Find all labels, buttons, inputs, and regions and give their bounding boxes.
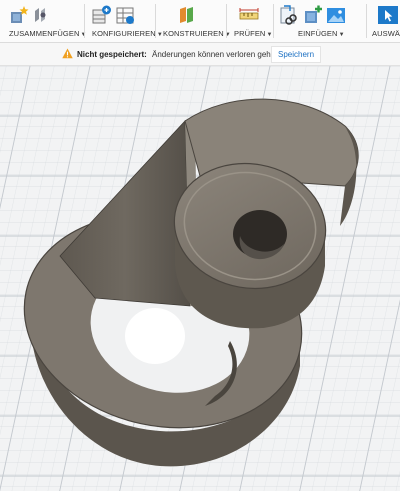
insert-link-icon[interactable] [280,5,300,25]
toolbar-divider [155,4,156,38]
new-component-icon[interactable] [9,5,29,25]
toolbar-label-insert: EINFÜGEN▼ [298,29,345,38]
unsaved-message: Änderungen können verloren gehen [152,50,280,59]
warning-icon [62,48,73,59]
toolbar-divider [226,4,227,38]
toolbar-divider [84,4,85,38]
toolbar-label-construct: KONSTRUIEREN▼ [163,29,231,38]
insert-derive-icon[interactable] [303,5,323,25]
toolbar-label-select: AUSWÄH [372,29,400,38]
toolbar-label-inspect: PRÜFEN▼ [234,29,273,38]
configure-table-icon[interactable] [115,5,135,25]
toolbar: ZUSAMMENFÜGEN▼ KONFIGURIEREN▼ [0,0,400,43]
insert-image-icon[interactable] [326,5,346,25]
configure-icon[interactable] [92,5,112,25]
bore-highlight [125,308,185,364]
toolbar-label-assemble: ZUSAMMENFÜGEN▼ [9,29,86,38]
toolbar-divider [366,4,367,38]
3d-viewport[interactable] [0,66,400,491]
save-button[interactable]: Speichern [271,46,322,63]
measure-icon[interactable] [239,5,259,25]
unsaved-title: Nicht gespeichert: [77,50,147,59]
toolbar-label-configure: KONFIGURIEREN▼ [92,29,163,38]
unsaved-notification-bar: Nicht gespeichert: Änderungen können ver… [0,43,400,66]
construct-plane-icon[interactable] [177,5,197,25]
joint-icon[interactable] [32,5,52,25]
select-icon[interactable] [378,5,398,25]
toolbar-divider [273,4,274,38]
